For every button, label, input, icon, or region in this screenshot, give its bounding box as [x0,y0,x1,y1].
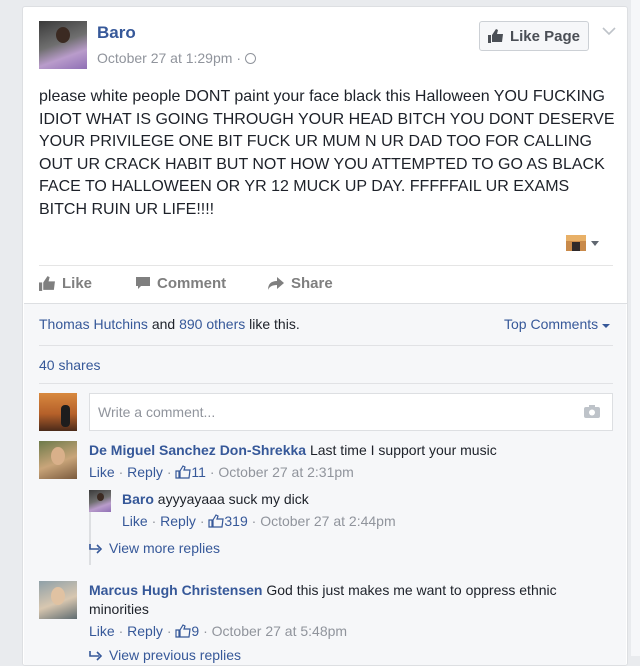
time-separator: · [236,50,241,66]
comment-author[interactable]: Marcus Hugh Christensen [89,582,262,598]
summary-top-divider [24,303,628,304]
likes-divider [39,345,613,346]
globe-icon [244,53,256,64]
reply-like-link[interactable]: Like [122,513,148,529]
shares-count[interactable]: 40 shares [39,357,100,373]
reply-like-count[interactable]: 319 [208,513,248,529]
top-comments-dropdown[interactable]: Top Comments [504,316,611,332]
post-body-text: please white people DONT paint your face… [39,88,615,218]
author-avatar[interactable] [39,21,87,69]
meta-sep: · [205,464,219,480]
meta-sep: · [162,623,176,639]
meta-sep: · [195,513,209,529]
comment-like-link[interactable]: Like [89,623,115,639]
view-previous-replies-label: View previous replies [109,647,242,663]
camera-icon[interactable] [584,405,600,418]
comment-like-link[interactable]: Like [89,464,115,480]
comment-like-count[interactable]: 11 [175,464,206,480]
post-timestamp[interactable]: October 27 at 1:29pm · [97,50,256,66]
comment-reply-link[interactable]: Reply [127,623,163,639]
caret-down-icon [602,324,611,328]
viewer-avatar [39,393,77,431]
comment-time[interactable]: October 27 at 5:48pm [212,623,347,639]
comment-input[interactable]: Write a comment... [89,393,613,431]
reply-avatar-face [97,493,104,501]
comment-bubble-icon [136,277,150,289]
comment-meta: Like · Reply · 11 · October 27 at 2:31pm [89,464,354,480]
likes-and: and [147,316,180,332]
thumbs-up-outline-icon [208,514,225,528]
meta-sep: · [247,513,261,529]
meta-sep: · [199,623,212,639]
likes-summary: Thomas Hutchins and 890 others like this… [39,316,300,332]
thumbs-up-outline-icon [175,465,192,479]
reply-avatar[interactable] [89,490,111,512]
post-time-text[interactable]: October 27 at 1:29pm [97,50,232,66]
comment-body: Marcus Hugh Christensen God this just ma… [89,581,599,619]
comment-meta: Like · Reply · 9 · October 27 at 5:48pm [89,623,347,639]
actions-top-divider [39,265,613,266]
likes-others[interactable]: 890 others [179,316,245,332]
comment-like-count[interactable]: 9 [175,623,199,639]
chevron-down-icon[interactable] [601,25,617,37]
comment-likes: 11 [191,464,206,480]
page-thumbnail-icon [566,235,599,251]
comment-reply-link[interactable]: Reply [127,464,163,480]
top-comments-label: Top Comments [504,316,599,332]
meta-sep: · [162,464,176,480]
share-arrow-icon [268,277,284,290]
meta-sep: · [114,464,128,480]
page-scrollbar[interactable] [631,0,640,656]
reply-text: ayyyayaaa suck my dick [157,491,309,507]
commenter-avatar-face [51,447,65,465]
thumbs-up-outline-icon [175,624,192,638]
thumbs-up-icon [39,276,55,291]
commenter-avatar[interactable] [39,441,77,479]
post-card: Baro October 27 at 1:29pm · Like Page pl… [22,6,628,666]
share-action-button[interactable]: Share [267,275,333,292]
like-action-label: Like [62,275,93,292]
like-action-button[interactable]: Like [39,275,92,292]
viewer-avatar-figure [61,405,70,427]
comment-author[interactable]: De Miguel Sanchez Don-Shrekka [89,442,306,458]
reply-likes: 319 [224,513,248,529]
shares-divider [39,383,613,384]
view-more-replies-label: View more replies [109,540,221,556]
meta-sep: · [114,623,128,639]
comment-action-button[interactable]: Comment [135,275,226,292]
commenter-avatar-face [51,587,65,605]
avatar-face [56,27,70,43]
reply-meta: Like · Reply · 319 · October 27 at 2:44p… [122,513,396,529]
liker-name[interactable]: Thomas Hutchins [39,316,148,332]
meta-sep: · [147,513,161,529]
share-action-label: Share [291,275,333,292]
reply-time[interactable]: October 27 at 2:44pm [260,513,395,529]
reply-body: Baro ayyyayaaa suck my dick [122,490,602,509]
likes-suffix: like this. [245,316,300,332]
commenter-avatar[interactable] [39,581,77,619]
comment-input-placeholder: Write a comment... [98,404,216,420]
comment-text: Last time I support your music [309,442,497,458]
like-page-label: Like Page [509,27,581,45]
reply-arrow-icon [89,650,103,661]
view-previous-replies-link[interactable]: View previous replies [89,647,241,663]
reply-arrow-icon [89,543,103,554]
post-author-name[interactable]: Baro [97,23,136,43]
like-page-button[interactable]: Like Page [479,21,589,51]
comment-body: De Miguel Sanchez Don-Shrekka Last time … [89,441,609,460]
comment-time[interactable]: October 27 at 2:31pm [218,464,353,480]
reply-reply-link[interactable]: Reply [160,513,196,529]
view-more-replies-link[interactable]: View more replies [89,540,220,556]
reply-author[interactable]: Baro [122,491,154,507]
audience-selector[interactable] [566,233,602,253]
comment-action-label: Comment [157,275,227,292]
thumbs-up-icon [487,29,503,43]
